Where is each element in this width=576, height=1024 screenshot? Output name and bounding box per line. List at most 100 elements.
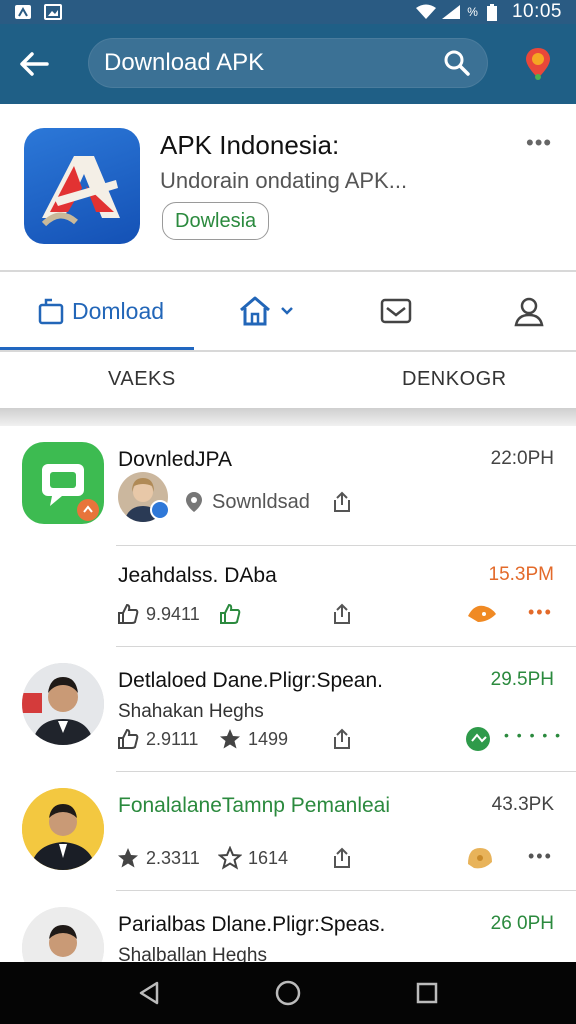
app-logo[interactable]: [24, 128, 140, 244]
thumbs-up-green-icon: [220, 603, 241, 624]
rating-stat[interactable]: 2.3311: [116, 846, 200, 870]
reaction-icon[interactable]: [466, 600, 500, 626]
app-header: APK Indonesia: Undorain ondating APK... …: [0, 104, 576, 270]
thumbs-up-icon: [118, 603, 139, 624]
download-button[interactable]: Dowlesia: [162, 202, 270, 240]
tab-download[interactable]: Domload: [38, 272, 164, 350]
nav-home-icon: [275, 980, 301, 1006]
reaction-icon[interactable]: [464, 725, 500, 753]
share-button[interactable]: [330, 846, 354, 870]
item-time: 22:0PH: [490, 448, 554, 469]
item-title: DovnledJPA: [118, 448, 233, 471]
search-button[interactable]: [442, 48, 472, 78]
item-subtitle: Shalballan Heghs: [118, 945, 267, 962]
item-subtitle: Sownldsad: [212, 490, 310, 513]
status-bar: % 10:05: [0, 0, 576, 24]
like-count: 9.9411: [146, 603, 200, 624]
app-subtitle: Undorain ondating APK...: [160, 168, 408, 193]
like-stat[interactable]: 9.9411: [116, 602, 200, 626]
item-time: 15.3PM: [488, 564, 554, 585]
back-arrow-icon: [20, 52, 49, 76]
battery-icon: [486, 4, 504, 21]
subtab-first[interactable]: VAEKS: [108, 368, 176, 391]
nav-recents-icon: [416, 982, 437, 1004]
list-item[interactable]: FonalalaneTamnp Pemanleai 43.3PK 2.3311 …: [0, 772, 576, 890]
list-item[interactable]: Parialbas Dlane.Pligr:Speas. 26 0PH Shal…: [0, 891, 576, 962]
chevron-down-icon: [281, 307, 293, 315]
search-icon: [444, 50, 470, 76]
like-stat[interactable]: 2.9111: [116, 727, 198, 751]
item-time: 29.5PH: [490, 669, 554, 690]
star-stat[interactable]: 1614: [218, 846, 288, 870]
app-bar: Download APK: [0, 24, 576, 104]
share-button[interactable]: [330, 727, 354, 751]
mail-icon: [380, 298, 412, 324]
location-icon: [186, 492, 202, 512]
star-half-icon: [118, 848, 138, 868]
search-query[interactable]: Download APK: [104, 49, 442, 77]
item-subtitle: Shahakan Heghs: [118, 701, 264, 722]
item-title: Parialbas Dlane.Pligr:Speas.: [118, 913, 386, 936]
share-icon: [334, 728, 350, 749]
rating-count: 2.3311: [146, 847, 200, 868]
nav-back-icon: [140, 981, 159, 1005]
subtab-bar: VAEKS DENKOGR: [0, 352, 576, 408]
item-time: 26 0PH: [490, 913, 554, 934]
like-count: 2.9111: [146, 728, 199, 749]
item-meta: Sownldsad: [182, 490, 310, 514]
avatar: [22, 907, 104, 962]
thumbs-up-icon: [118, 728, 139, 749]
battery-percent: %: [467, 5, 478, 19]
share-button[interactable]: [330, 490, 354, 514]
nav-home-button[interactable]: [268, 973, 308, 1013]
list-item[interactable]: Jeahdalss. DAba 15.3PM 9.9411 •••: [0, 546, 576, 646]
avatar: [22, 663, 104, 745]
share-icon: [334, 847, 350, 868]
list-item[interactable]: DovnledJPA 22:0PH Sownldsad: [0, 426, 576, 546]
item-title: Detlaloed Dane.Pligr:Spean.: [118, 669, 384, 692]
verified-icon: [150, 500, 170, 520]
upvote-button[interactable]: [218, 602, 242, 626]
more-options-icon[interactable]: •••: [528, 846, 553, 867]
app-icon-messages: [22, 442, 104, 524]
share-icon: [334, 491, 350, 512]
location-pin-icon[interactable]: [522, 46, 554, 82]
more-options-icon[interactable]: • • • • •: [504, 727, 562, 743]
tab-download-label: Domload: [72, 297, 165, 324]
download-tab-icon: [38, 298, 64, 325]
subtab-second[interactable]: DENKOGR: [402, 368, 507, 391]
star-count: 1499: [248, 728, 289, 749]
tab-profile[interactable]: [512, 272, 546, 350]
reaction-icon[interactable]: [464, 844, 498, 872]
tab-bar: Domload: [0, 272, 576, 350]
nav-back-button[interactable]: [129, 973, 169, 1013]
app-name: APK Indonesia:: [160, 130, 340, 160]
tab-home[interactable]: [238, 272, 294, 350]
avatar: [22, 788, 104, 870]
star-icon: [220, 729, 240, 749]
share-button[interactable]: [330, 602, 354, 626]
item-title: FonalalaneTamnp Pemanleai: [118, 794, 391, 817]
search-input[interactable]: Download APK: [88, 38, 488, 88]
home-icon: [240, 296, 270, 326]
gallery-icon: [44, 4, 62, 20]
share-icon: [334, 603, 350, 624]
signal-icon: [441, 4, 461, 20]
more-options-icon[interactable]: •••: [526, 130, 552, 156]
status-time: 10:05: [511, 1, 562, 22]
star-stat[interactable]: 1499: [218, 727, 288, 751]
person-icon: [514, 297, 544, 327]
star-outline-icon: [218, 846, 242, 870]
star-count: 1614: [248, 847, 289, 868]
back-button[interactable]: [16, 46, 52, 82]
more-options-icon[interactable]: •••: [528, 602, 553, 623]
item-time: 43.3PK: [491, 794, 554, 815]
notification-icon: [14, 4, 32, 20]
tab-messages[interactable]: [380, 272, 412, 350]
wifi-icon: [415, 4, 437, 20]
list-item[interactable]: Detlaloed Dane.Pligr:Spean. 29.5PH Shaha…: [0, 647, 576, 771]
nav-recents-button[interactable]: [407, 973, 447, 1013]
system-nav-bar: [0, 962, 576, 1024]
section-separator: [0, 408, 576, 426]
item-title: Jeahdalss. DAba: [118, 564, 277, 587]
